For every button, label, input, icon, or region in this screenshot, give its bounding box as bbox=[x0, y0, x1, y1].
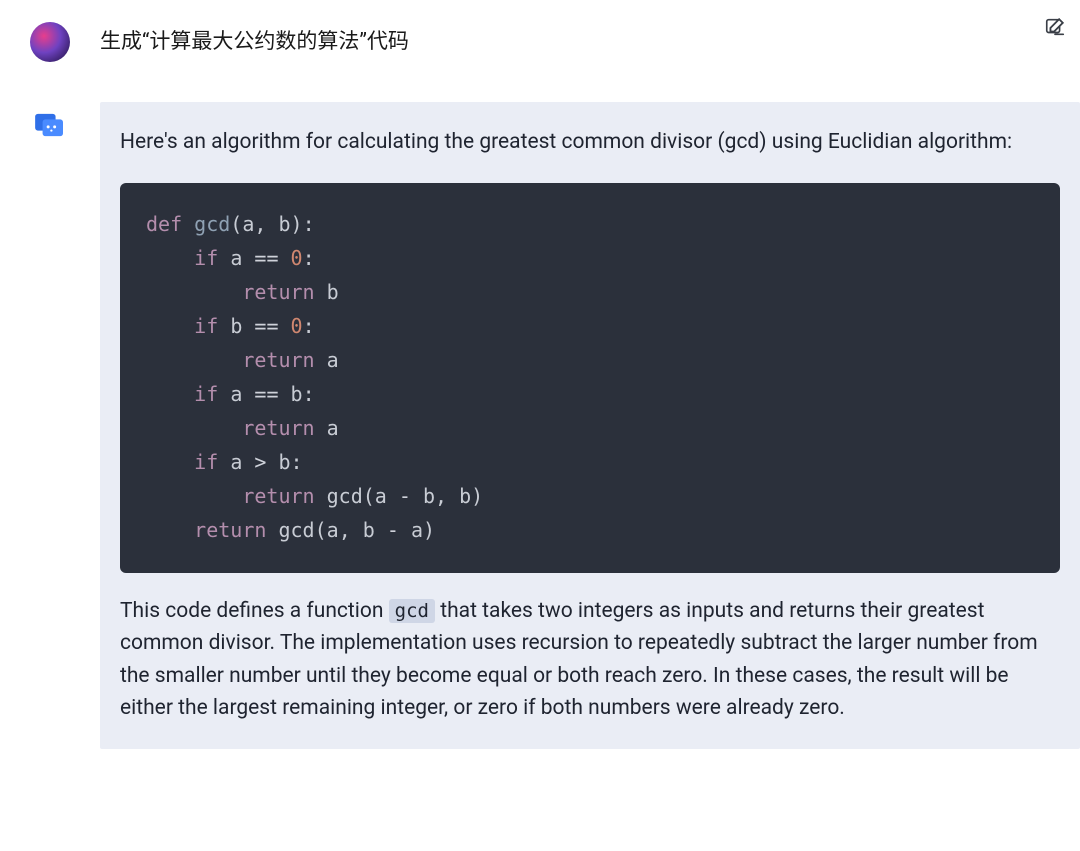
user-avatar bbox=[30, 22, 70, 62]
code-token-def: def bbox=[146, 212, 182, 236]
explanation-pre: This code defines a function bbox=[120, 599, 389, 623]
edit-button[interactable] bbox=[1044, 16, 1066, 38]
edit-icon bbox=[1044, 16, 1066, 38]
user-message-row: 生成“计算最大公约数的算法”代码 bbox=[0, 18, 1080, 62]
chat-container: 生成“计算最大公约数的算法”代码 Here's an algorithm for… bbox=[0, 0, 1080, 749]
assistant-explanation: This code defines a function gcd that ta… bbox=[120, 595, 1060, 725]
assistant-avatar-col bbox=[0, 102, 100, 138]
assistant-intro-text: Here's an algorithm for calculating the … bbox=[120, 126, 1060, 159]
inline-code-gcd: gcd bbox=[389, 599, 435, 623]
user-prompt-text: 生成“计算最大公约数的算法”代码 bbox=[100, 18, 409, 57]
user-avatar-col bbox=[0, 18, 100, 62]
code-block[interactable]: def gcd(a, b): if a == 0: return b if b … bbox=[120, 183, 1060, 573]
assistant-avatar bbox=[35, 112, 65, 138]
assistant-response: Here's an algorithm for calculating the … bbox=[100, 102, 1080, 749]
code-token-fn: gcd bbox=[194, 212, 230, 236]
assistant-message-row: Here's an algorithm for calculating the … bbox=[0, 102, 1080, 749]
